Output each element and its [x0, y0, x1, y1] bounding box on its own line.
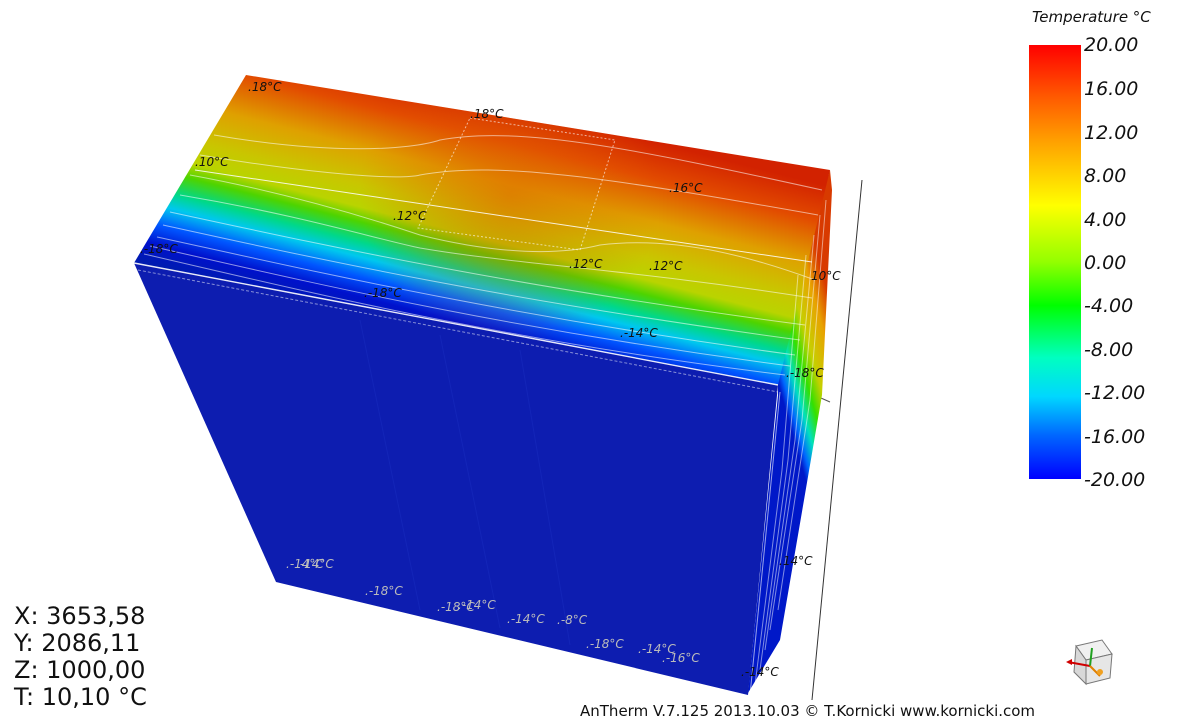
isotherm-label: .12°C: [569, 257, 603, 271]
isotherm-label: .-18°C: [364, 286, 402, 300]
isotherm-label: .-14°C: [741, 665, 779, 679]
legend-title: Temperature °C: [1032, 8, 1151, 26]
orientation-cube-icon[interactable]: [1062, 636, 1118, 688]
isotherm-label: 10°C: [811, 269, 841, 283]
isotherm-label: .18°C: [470, 107, 504, 121]
isotherm-label: .-14°C: [507, 612, 545, 626]
temperature-color-scale: [1029, 45, 1081, 479]
isotherm-label: .-14°C: [458, 598, 496, 612]
isotherm-label: .-18°C: [140, 242, 178, 256]
isotherm-label: .-14°C: [620, 326, 658, 340]
isotherm-label: .12°C: [649, 259, 683, 273]
isotherm-label: .-18°C: [365, 584, 403, 598]
isotherm-label: .-8°C: [557, 613, 588, 627]
isotherm-label: .-16°C: [662, 651, 700, 665]
readout-x: X: 3653,58: [14, 602, 146, 630]
isotherm-label: .-18°C: [786, 366, 824, 380]
isotherm-label: .16°C: [669, 181, 703, 195]
legend-tick: 20.00: [1084, 34, 1139, 56]
isotherm-label: .-18°C: [586, 637, 624, 651]
readout-t: T: 10,10 °C: [14, 683, 147, 711]
isotherm-label: .12°C: [393, 209, 427, 223]
isotherm-label: .-14°C: [296, 557, 334, 571]
legend-tick: -8.00: [1084, 339, 1134, 361]
legend-tick: 8.00: [1084, 165, 1127, 187]
legend-tick: 16.00: [1084, 78, 1139, 100]
3d-viewport[interactable]: .18°C .18°C .10°C .12°C .16°C .-18°C .12…: [0, 0, 1179, 721]
readout-z: Z: 1000,00: [14, 656, 146, 684]
legend-tick: -4.00: [1084, 295, 1134, 317]
legend-tick: 0.00: [1084, 252, 1127, 274]
legend-tick: -16.00: [1084, 426, 1146, 448]
legend-tick: 12.00: [1084, 122, 1139, 144]
legend-tick: -20.00: [1084, 469, 1146, 491]
isotherm-label: .14°C: [779, 554, 813, 568]
legend-tick: -12.00: [1084, 382, 1146, 404]
readout-y: Y: 2086,11: [14, 629, 141, 657]
app-version-footer: AnTherm V.7.125 2013.10.03 © T.Kornicki …: [580, 702, 1036, 720]
legend-tick: 4.00: [1084, 209, 1127, 231]
isotherm-label: .18°C: [248, 80, 282, 94]
isotherm-label: .10°C: [195, 155, 229, 169]
